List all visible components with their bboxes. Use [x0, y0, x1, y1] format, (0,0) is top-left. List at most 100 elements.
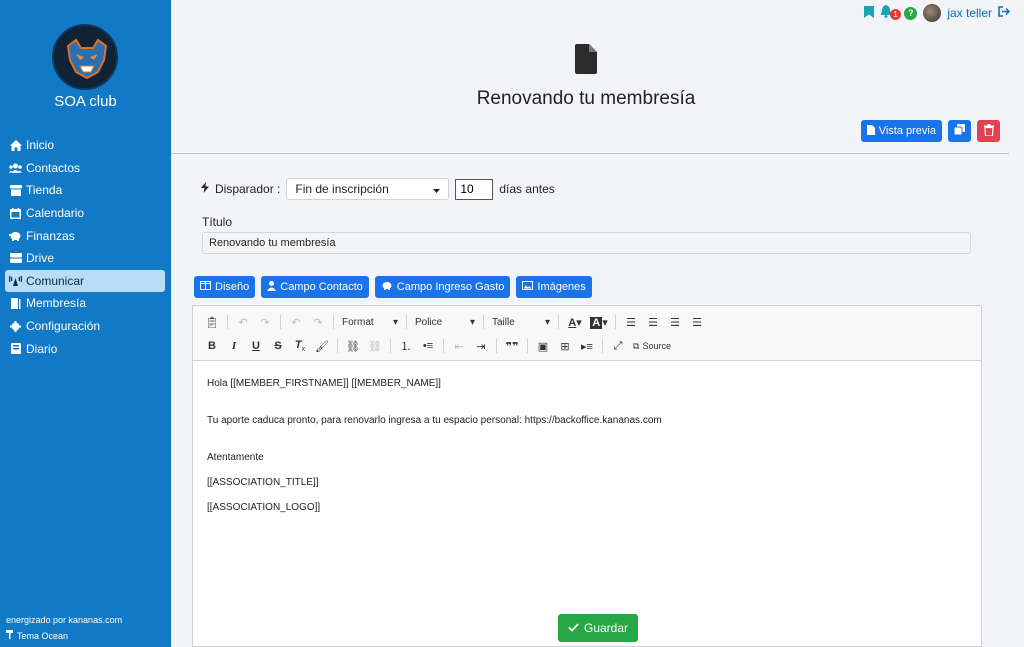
image-icon[interactable]: ▣: [532, 340, 554, 353]
text-color-icon[interactable]: A▾: [563, 316, 587, 329]
chevron-down-icon: ▾: [392, 316, 398, 328]
delete-button[interactable]: [977, 120, 1000, 142]
undo-icon[interactable]: ↶: [232, 316, 254, 329]
user-name[interactable]: jax teller: [947, 6, 992, 20]
sidebar-item-finanzas[interactable]: Finanzas: [5, 224, 165, 247]
help-icon[interactable]: ?: [904, 6, 918, 20]
underline-icon[interactable]: U: [245, 340, 267, 352]
undo-alt-icon[interactable]: ↶: [285, 316, 307, 329]
align-justify-icon[interactable]: ☰: [686, 316, 708, 329]
toolbar-row-2: B I U S Tx 🖌︎ ⛓︎ ⛓︎ ⒈ •≡ ⇤ ⇥ ❞❞ ▣ ⊞ ▸≡ ⤢…: [201, 337, 675, 355]
calendar-icon: [9, 207, 22, 219]
bold-icon[interactable]: B: [201, 340, 223, 352]
theme-label: Tema Ocean: [17, 631, 69, 641]
notifications-button[interactable]: 1: [880, 5, 901, 21]
save-button-label: Guardar: [584, 621, 629, 635]
page-title: Renovando tu membresía: [476, 88, 696, 109]
outdent-icon[interactable]: ⇤: [448, 340, 470, 353]
sidebar-item-drive[interactable]: Drive: [5, 247, 165, 270]
powered-by-link[interactable]: energizado por kananas.com: [6, 612, 122, 628]
align-right-icon[interactable]: ☰: [664, 316, 686, 329]
format-dropdown[interactable]: Format ▾: [338, 314, 402, 330]
table-icon[interactable]: ⊞: [554, 340, 576, 353]
editor-content[interactable]: Hola [[MEMBER_FIRSTNAME]] [[MEMBER_NAME]…: [193, 361, 981, 542]
trash-icon: [983, 123, 994, 139]
logout-icon[interactable]: [998, 6, 1011, 20]
bullet-list-icon[interactable]: •≡: [417, 340, 439, 352]
save-button[interactable]: Guardar: [558, 614, 639, 642]
copy-icon: [953, 124, 965, 138]
check-icon: [568, 621, 579, 635]
paint-roller-icon: [6, 628, 14, 644]
font-dropdown[interactable]: Police ▾: [411, 314, 479, 330]
sidebar-item-tienda[interactable]: Tienda: [5, 179, 165, 202]
images-button[interactable]: Imágenes: [516, 276, 592, 298]
notification-count-badge: 1: [890, 9, 901, 20]
theme-selector[interactable]: Tema Ocean: [6, 628, 122, 644]
size-dropdown[interactable]: Taille ▾: [488, 314, 554, 330]
title-input[interactable]: [202, 232, 971, 254]
sidebar-item-configuracion[interactable]: Configuración: [5, 315, 165, 338]
design-button[interactable]: Diseño: [194, 276, 256, 298]
maximize-icon[interactable]: ⤢: [607, 340, 629, 353]
toolbar-separator: [496, 339, 497, 353]
club-name: SOA club: [54, 93, 117, 110]
contact-field-button[interactable]: Campo Contacto: [261, 276, 369, 298]
sidebar-item-membresia[interactable]: Membresía: [5, 292, 165, 315]
blockquote-icon[interactable]: ❞❞: [501, 340, 523, 353]
horizontal-rule-icon[interactable]: ▸≡: [576, 340, 598, 353]
sidebar-item-diario[interactable]: Diario: [5, 337, 165, 360]
piggy-bank-icon: [9, 230, 22, 242]
source-button-label: Source: [642, 341, 671, 351]
header-actions: Vista previa: [860, 120, 1000, 142]
toolbar-separator: [602, 339, 603, 353]
sidebar-item-label: Membresía: [26, 296, 87, 311]
unlink-icon[interactable]: ⛓︎: [364, 340, 386, 353]
user-icon: [267, 280, 277, 294]
background-color-icon[interactable]: A ▾: [587, 316, 611, 329]
bookmark-icon[interactable]: [864, 5, 875, 21]
sidebar-item-label: Calendario: [26, 206, 85, 221]
sidebar-item-calendario[interactable]: Calendario: [5, 202, 165, 225]
strikethrough-icon[interactable]: S: [267, 340, 289, 352]
brush-icon[interactable]: 🖌︎: [311, 340, 333, 353]
numbered-list-icon[interactable]: ⒈: [395, 338, 417, 354]
income-field-button[interactable]: Campo Ingreso Gasto: [374, 276, 511, 298]
drive-icon: [9, 252, 22, 264]
redo-icon[interactable]: ↷: [254, 316, 276, 329]
duplicate-button[interactable]: [948, 120, 971, 142]
italic-icon[interactable]: I: [223, 340, 245, 352]
design-button-label: Diseño: [215, 281, 250, 293]
sidebar-item-label: Contactos: [26, 160, 81, 175]
rich-text-editor: 📋︎ ↶ ↷ ↶ ↷ Format ▾ Police ▾ Taille ▾ A▾…: [192, 305, 982, 647]
source-button[interactable]: ⧉ Source: [629, 341, 675, 352]
days-input[interactable]: [455, 178, 494, 200]
paste-icon[interactable]: 📋︎: [201, 316, 223, 329]
align-center-icon[interactable]: ☰: [642, 316, 664, 329]
sidebar-item-label: Tienda: [26, 183, 63, 198]
topbar: 1 ? jax teller: [864, 4, 1011, 22]
preview-button[interactable]: Vista previa: [860, 120, 942, 142]
contact-field-label: Campo Contacto: [280, 281, 363, 293]
avatar[interactable]: [923, 4, 942, 22]
sidebar-item-inicio[interactable]: Inicio: [5, 134, 165, 157]
title-label: Título: [202, 215, 233, 229]
content-line: Hola [[MEMBER_FIRSTNAME]] [[MEMBER_NAME]…: [207, 378, 441, 389]
images-button-label: Imágenes: [537, 281, 586, 293]
trigger-select-value: Fin de inscripción: [295, 182, 389, 196]
content-line: Tu aporte caduca pronto, para renovarlo …: [207, 415, 662, 426]
sidebar-item-contactos[interactable]: Contactos: [5, 157, 165, 180]
remove-format-icon[interactable]: Tx: [289, 339, 311, 353]
link-icon[interactable]: ⛓︎: [342, 340, 364, 353]
indent-icon[interactable]: ⇥: [470, 340, 492, 353]
club-logo[interactable]: [52, 24, 118, 90]
header-divider: [171, 153, 1009, 154]
trigger-select[interactable]: Fin de inscripción: [286, 178, 450, 200]
sidebar-item-label: Diario: [26, 341, 58, 356]
redo-alt-icon[interactable]: ↷: [307, 316, 329, 329]
content-line: [[ASSOCIATION_LOGO]]: [207, 502, 321, 513]
align-left-icon[interactable]: ☰: [620, 316, 642, 329]
toolbar-row-1: 📋︎ ↶ ↷ ↶ ↷ Format ▾ Police ▾ Taille ▾ A▾…: [201, 313, 708, 331]
broadcast-icon: [9, 275, 22, 287]
sidebar-item-comunicar[interactable]: Comunicar: [5, 269, 165, 293]
